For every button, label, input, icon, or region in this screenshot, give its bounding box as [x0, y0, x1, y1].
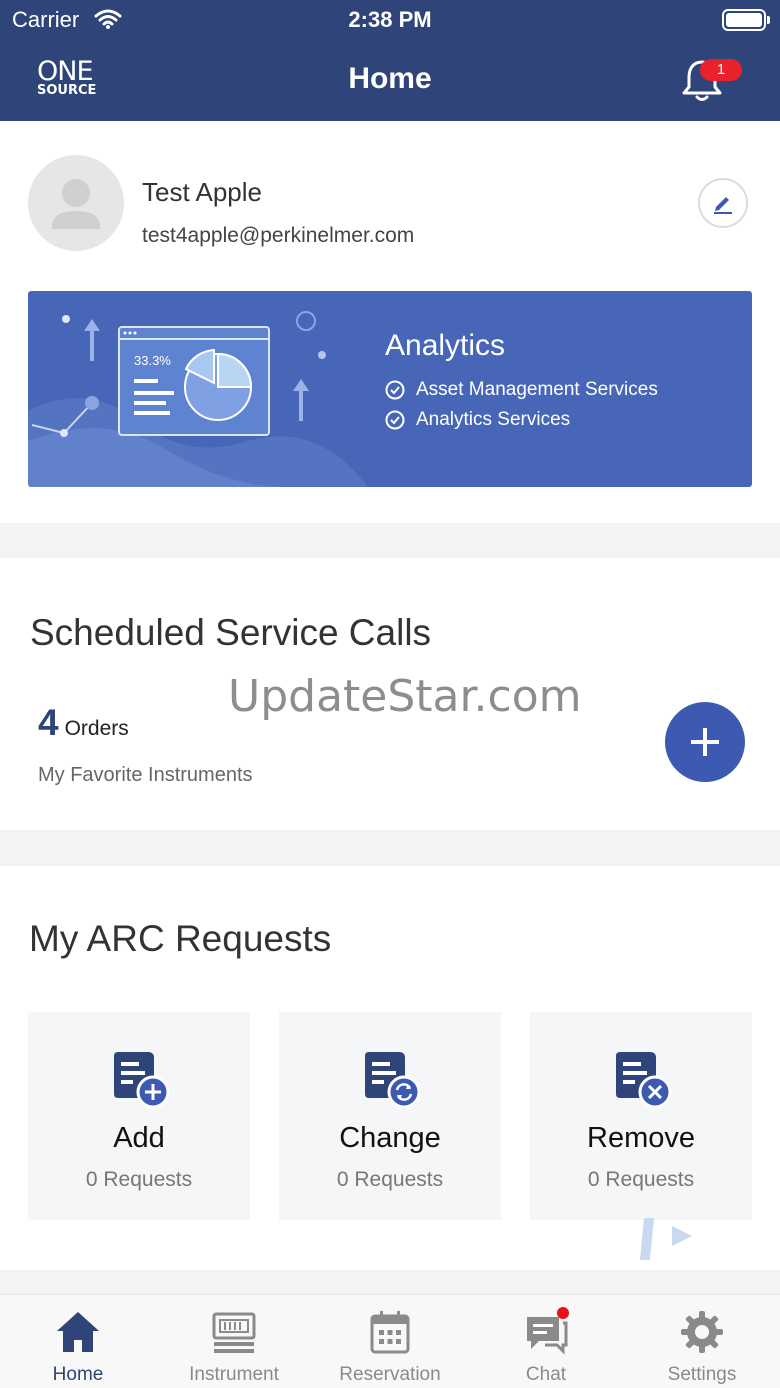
orders-summary[interactable]: 4 Orders: [38, 702, 129, 744]
arc-requests-title: My ARC Requests: [29, 918, 332, 959]
tab-label: Settings: [667, 1364, 737, 1385]
document-refresh-icon: [365, 1052, 421, 1108]
edit-profile-button[interactable]: [698, 178, 748, 228]
watermark: UpdateStar.com: [228, 671, 582, 722]
user-placeholder-icon: [52, 179, 100, 229]
banner-illustration: 33.3%: [28, 311, 368, 487]
arc-card-label: Change: [339, 1122, 441, 1154]
tab-reservation[interactable]: Reservation: [312, 1295, 468, 1388]
orders-count: 4: [38, 702, 59, 743]
tab-chat[interactable]: Chat: [468, 1295, 624, 1388]
add-service-call-button[interactable]: [665, 702, 745, 782]
banner-item: Asset Management Services: [385, 379, 658, 401]
orders-label: Orders: [64, 717, 129, 740]
tab-label: Instrument: [189, 1364, 279, 1385]
bottom-tab-bar: Home Instrument Reservation Chat Setting…: [0, 1294, 780, 1388]
status-bar: Carrier 2:38 PM: [0, 0, 780, 40]
avatar[interactable]: [28, 155, 124, 251]
brand-flag-icon: [640, 1218, 692, 1260]
section-divider: [0, 523, 780, 558]
banner-item-label: Analytics Services: [416, 409, 571, 430]
tab-label: Home: [52, 1364, 104, 1385]
section-divider: [0, 830, 780, 866]
app-header: Carrier 2:38 PM ONE SOURCE Home 1: [0, 0, 780, 121]
arc-card-count: 0 Requests: [587, 1168, 695, 1191]
document-add-icon: [114, 1052, 170, 1108]
chat-unread-dot: [557, 1307, 569, 1319]
arc-card-label: Add: [113, 1122, 165, 1154]
tab-settings[interactable]: Settings: [624, 1295, 780, 1388]
plus-icon: [691, 728, 719, 756]
arc-card-count: 0 Requests: [336, 1168, 444, 1191]
profile-name: Test Apple: [142, 177, 262, 207]
arc-remove-card[interactable]: Remove 0 Requests: [530, 1012, 752, 1220]
arc-change-card[interactable]: Change 0 Requests: [279, 1012, 501, 1220]
instrument-icon: [212, 1312, 256, 1353]
arc-card-label: Remove: [587, 1122, 695, 1154]
tab-instrument[interactable]: Instrument: [156, 1295, 312, 1388]
profile-email: test4apple@perkinelmer.com: [142, 224, 415, 247]
document-remove-icon: [616, 1052, 672, 1108]
pencil-icon: [714, 197, 732, 214]
check-circle-icon: [385, 380, 405, 400]
battery-icon: [722, 9, 770, 31]
arc-card-count: 0 Requests: [85, 1168, 193, 1191]
scheduled-service-calls-title: Scheduled Service Calls: [30, 612, 432, 653]
clock: 2:38 PM: [348, 7, 432, 32]
banner-chart-label: 33.3%: [134, 353, 171, 368]
page-title: Home: [348, 62, 432, 95]
favorite-instruments-link[interactable]: My Favorite Instruments: [38, 764, 253, 787]
gear-icon: [681, 1311, 723, 1353]
arc-add-card[interactable]: Add 0 Requests: [28, 1012, 250, 1220]
banner-title: Analytics: [385, 329, 506, 362]
notification-badge: 1: [700, 59, 742, 81]
banner-item-label: Asset Management Services: [416, 379, 658, 400]
tab-label: Chat: [525, 1364, 567, 1385]
check-circle-icon: [385, 410, 405, 430]
tab-home[interactable]: Home: [0, 1295, 156, 1388]
tab-label: Reservation: [339, 1364, 441, 1385]
analytics-banner[interactable]: 33.3% Analytics Asset Management Service…: [28, 291, 752, 487]
home-icon: [57, 1312, 99, 1352]
banner-item: Analytics Services: [385, 409, 570, 431]
section-divider: [0, 1270, 780, 1294]
calendar-icon: [370, 1311, 410, 1354]
